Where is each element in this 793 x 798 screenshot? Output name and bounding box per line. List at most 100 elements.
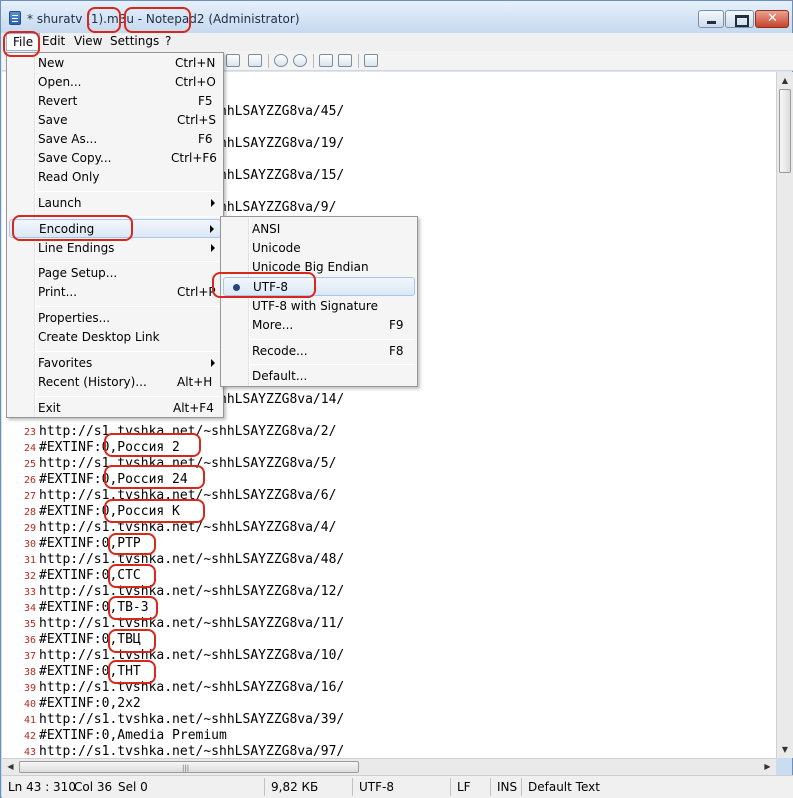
scroll-left-arrow-icon[interactable]: ◀ (2, 759, 19, 775)
menu-item-more[interactable]: More... F9 (223, 316, 415, 335)
line-text: http://s1.tvshka.net/~shhLSAYZZG8va/5/ (39, 456, 337, 471)
menu-item-exit[interactable]: Exit Alt+F4 (9, 399, 221, 418)
close-button[interactable] (755, 10, 789, 28)
menu-item-shortcut: Ctrl+S (177, 113, 217, 127)
menu-item-label: Recode... (252, 344, 308, 358)
status-encoding[interactable]: UTF-8 (359, 780, 394, 794)
menu-item-label: Print... (38, 285, 78, 299)
menu-item-label: Recent (History)... (38, 375, 147, 389)
menu-item-create-desktop-link[interactable]: Create Desktop Link (9, 328, 221, 347)
status-divider (264, 778, 265, 796)
line-text: #EXTINF:0,ТВЦ (39, 632, 141, 647)
scroll-up-arrow-icon[interactable]: ▲ (777, 72, 793, 89)
zoom-in-icon[interactable] (274, 54, 288, 67)
menu-separator (36, 306, 221, 307)
vertical-scroll-thumb[interactable] (779, 89, 791, 173)
menu-item-label: New (38, 56, 65, 70)
line-number: 24 (23, 443, 36, 454)
menu-item-shortcut: Ctrl+O (175, 75, 216, 89)
menu-item-shortcut: F6 (198, 132, 213, 146)
menu-file[interactable]: File (6, 33, 41, 51)
status-bar: Ln 43 : 310 Col 36 Sel 0 9,82 КБ UTF-8 L… (2, 775, 793, 798)
menu-item-unicode[interactable]: Unicode (223, 239, 415, 258)
status-insert-mode[interactable]: INS (497, 780, 517, 794)
horizontal-scroll-thumb[interactable]: ||| (19, 761, 359, 773)
settings-icon[interactable] (338, 54, 352, 67)
status-line-ending[interactable]: LF (457, 780, 471, 794)
menu-edit[interactable]: Edit (42, 34, 65, 48)
line-number: 41 (23, 715, 36, 726)
line-text: http://s1.tvshka.net/~shhLSAYZZG8va/10/ (39, 648, 345, 663)
line-number: 33 (23, 587, 36, 598)
menu-item-encoding[interactable]: Encoding (9, 219, 221, 238)
toolbar-separator (313, 54, 314, 68)
line-number: 38 (23, 667, 36, 678)
scroll-right-arrow-icon[interactable]: ▶ (759, 759, 776, 775)
menu-item-revert[interactable]: Revert F5 (9, 92, 221, 111)
horizontal-scrollbar[interactable]: ◀ ||| ▶ (2, 758, 776, 775)
menu-item-default[interactable]: Default... (223, 367, 415, 386)
line-number: 43 (23, 747, 36, 758)
menu-item-label: Save (38, 113, 68, 127)
notepad-app-icon (9, 11, 21, 25)
menu-item-recent-history[interactable]: Recent (History)... Alt+H (9, 373, 221, 392)
menu-item-print[interactable]: Print... Ctrl+P (9, 283, 221, 302)
menu-item-label: More... (252, 318, 294, 332)
wordwrap-icon[interactable] (248, 54, 262, 67)
menu-item-save-as[interactable]: Save As... F6 (9, 130, 221, 149)
menu-item-unicode-big-endian[interactable]: Unicode Big Endian (223, 258, 415, 277)
zoom-out-icon[interactable] (293, 54, 307, 67)
menu-item-shortcut: F9 (389, 318, 404, 332)
line-text: #EXTINF:0,СТС (39, 568, 141, 583)
toolbar-separator (268, 54, 269, 68)
status-divider (521, 778, 522, 796)
line-text: http://s1.tvshka.net/~shhLSAYZZG8va/16/ (39, 680, 345, 695)
menu-item-page-setup[interactable]: Page Setup... (9, 264, 221, 283)
menu-item-save[interactable]: Save Ctrl+S (9, 111, 221, 130)
customize-icon[interactable] (319, 54, 333, 67)
submenu-arrow-icon (211, 359, 215, 367)
minimize-button[interactable] (698, 10, 724, 28)
menu-item-utf8[interactable]: UTF-8 (223, 277, 415, 296)
line-number: 37 (23, 651, 36, 662)
file-menu: New Ctrl+N Open... Ctrl+O Revert F5 Save Ctr… (6, 52, 224, 418)
radio-selected-icon (233, 284, 240, 291)
line-number: 40 (23, 699, 36, 710)
scheme-icon[interactable] (226, 54, 240, 67)
status-scheme[interactable]: Default Text (528, 780, 600, 794)
line-text: http://s1.tvshka.net/~shhLSAYZZG8va/39/ (39, 712, 345, 727)
line-number: 27 (23, 491, 36, 502)
menu-help[interactable]: ? (165, 34, 171, 48)
line-text: http://s1.tvshka.net/~shhLSAYZZG8va/2/ (39, 424, 337, 439)
toolbar-separator (358, 54, 359, 68)
status-divider (450, 778, 451, 796)
status-file-size: 9,82 КБ (271, 780, 319, 794)
status-divider (490, 778, 491, 796)
menu-item-ansi[interactable]: ANSI (223, 220, 415, 239)
maximize-button[interactable] (725, 10, 754, 28)
menu-item-read-only[interactable]: Read Only (9, 168, 221, 187)
submenu-arrow-icon (210, 225, 214, 233)
menu-item-launch[interactable]: Launch (9, 194, 221, 213)
menu-item-properties[interactable]: Properties... (9, 309, 221, 328)
menu-item-recode[interactable]: Recode... F8 (223, 342, 415, 361)
submenu-arrow-icon (211, 244, 215, 252)
menu-item-new[interactable]: New Ctrl+N (9, 54, 221, 73)
menu-item-favorites[interactable]: Favorites (9, 354, 221, 373)
line-number: 28 (23, 507, 36, 518)
line-number: 31 (23, 555, 36, 566)
line-number: 35 (23, 619, 36, 630)
menu-settings[interactable]: Settings (110, 34, 159, 48)
menu-item-save-copy[interactable]: Save Copy... Ctrl+F6 (9, 149, 221, 168)
scroll-down-arrow-icon[interactable]: ▼ (777, 741, 793, 758)
exit-icon[interactable] (364, 54, 378, 67)
menu-item-open[interactable]: Open... Ctrl+O (9, 73, 221, 92)
menu-item-line-endings[interactable]: Line Endings (9, 239, 221, 258)
menu-item-utf8-signature[interactable]: UTF-8 with Signature (223, 297, 415, 316)
menu-item-label: Unicode Big Endian (252, 260, 369, 274)
menu-item-label: Save Copy... (38, 151, 112, 165)
menu-separator (36, 351, 221, 352)
vertical-scrollbar[interactable]: ▲ ▼ (776, 72, 793, 758)
menu-view[interactable]: View (74, 34, 102, 48)
line-text: http://s1.tvshka.net/~shhLSAYZZG8va/48/ (39, 552, 345, 567)
